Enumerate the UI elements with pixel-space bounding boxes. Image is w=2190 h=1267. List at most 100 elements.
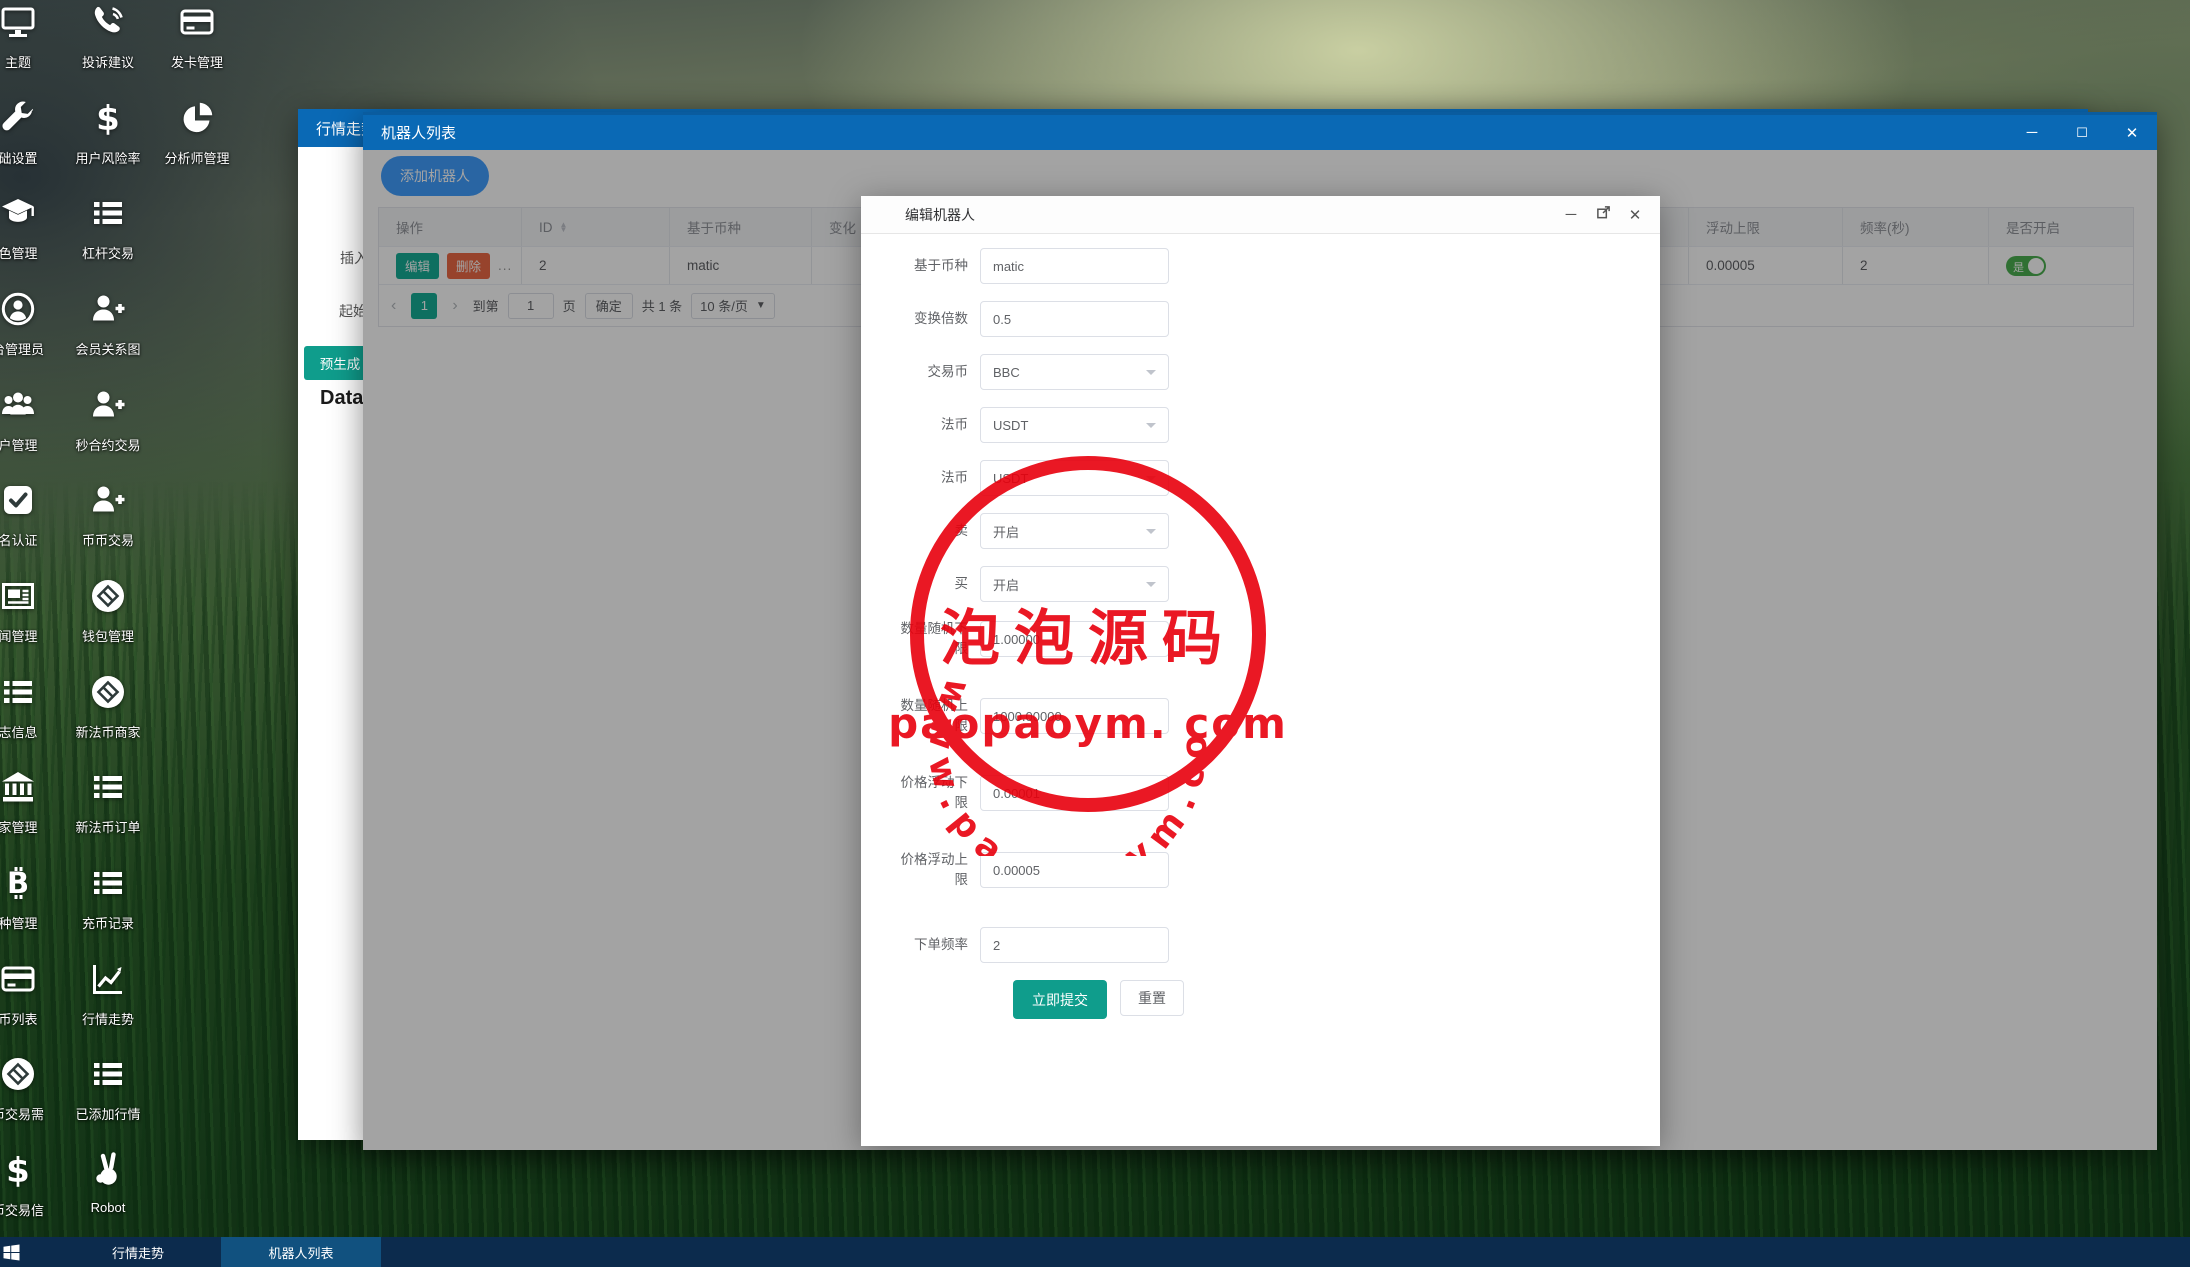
field-price-upper: 价格浮动上限0.00005: [894, 850, 1660, 890]
desktop-icon-feedback[interactable]: 投诉建议: [63, 4, 153, 71]
wrench-icon: [0, 100, 36, 136]
field-trade-coin: 交易币BBC: [894, 354, 1660, 390]
hand-icon: [90, 1152, 126, 1188]
desktop-icon-spot-trade[interactable]: 币币交易: [63, 482, 153, 549]
buy-select[interactable]: 开启: [980, 566, 1169, 602]
field-qty-upper: 数量随机上限1000.00000: [894, 696, 1660, 736]
desktop-icon-deposit-records[interactable]: 充币记录: [63, 865, 153, 932]
desktop-icon-withdraw-list[interactable]: 币列表: [0, 961, 63, 1028]
price-lower-input[interactable]: 0.00001: [980, 775, 1169, 811]
desktop-icon-base-settings[interactable]: 础设置: [0, 100, 63, 167]
qty-lower-input[interactable]: 1.00000: [980, 621, 1169, 657]
list-icon: [90, 769, 126, 805]
windows-logo-icon: [3, 1244, 20, 1261]
taskbar: 行情走势 机器人列表: [0, 1237, 2190, 1267]
desktop-icon-market-trend[interactable]: 行情走势: [63, 961, 153, 1028]
desktop-icon-kyc[interactable]: 名认证: [0, 482, 63, 549]
desktop-icon-wallet[interactable]: 钱包管理: [63, 578, 153, 645]
desktop-icon-role-mgmt[interactable]: 色管理: [0, 195, 63, 262]
list-icon: [90, 195, 126, 231]
field-buy: 买开启: [894, 566, 1660, 602]
bank-icon: [0, 769, 36, 805]
dialog-titlebar[interactable]: 编辑机器人 ─ ✕: [861, 196, 1660, 234]
order-frequency-input[interactable]: 2: [980, 927, 1169, 963]
window-title: 机器人列表: [363, 122, 456, 143]
close-icon[interactable]: ✕: [2107, 124, 2157, 142]
start-button[interactable]: [0, 1244, 28, 1261]
submit-button[interactable]: 立即提交: [1013, 980, 1107, 1019]
graduation-cap-icon: [0, 195, 36, 231]
desktop-icon-robot[interactable]: Robot: [63, 1152, 153, 1215]
desktop-icon-analyst[interactable]: 分析师管理: [152, 100, 242, 167]
fiat-select-1[interactable]: USDT: [980, 407, 1169, 443]
monitor-icon: [0, 4, 36, 40]
desktop-icon-fiat-demand[interactable]: 币交易需: [0, 1056, 63, 1123]
field-fiat-1: 法币USDT: [894, 407, 1660, 443]
check-square-icon: [0, 482, 36, 518]
maximize-icon[interactable]: ☐: [2057, 125, 2107, 141]
user-plus-icon: [90, 482, 126, 518]
pie-chart-icon: [179, 100, 215, 136]
fiat-select-2[interactable]: USDT: [980, 460, 1169, 496]
diamond-circle-icon: [90, 674, 126, 710]
desktop-icon-user-mgmt[interactable]: 户管理: [0, 387, 63, 454]
dollar-icon: [90, 100, 126, 136]
list-icon: [0, 674, 36, 710]
field-sell: 卖开启: [894, 513, 1660, 549]
desktop-icon-fiat-merchant[interactable]: 新法币商家: [63, 674, 153, 741]
desktop-icon-second-contract[interactable]: 秒合约交易: [63, 387, 153, 454]
field-price-lower: 价格浮动下限0.00001: [894, 773, 1660, 813]
field-fiat-2: 法币USDT: [894, 460, 1660, 496]
trade-coin-select[interactable]: BBC: [980, 354, 1169, 390]
edit-robot-form: 基于币种matic 变换倍数0.5 交易币BBC 法币USDT 法币USDT 卖…: [861, 234, 1660, 1019]
bitcoin-icon: [0, 865, 36, 901]
dialog-title: 编辑机器人: [861, 205, 975, 225]
phone-icon: [90, 4, 126, 40]
user-circle-icon: [0, 291, 36, 327]
qty-upper-input[interactable]: 1000.00000: [980, 698, 1169, 734]
price-upper-input[interactable]: 0.00005: [980, 852, 1169, 888]
diamond-circle-icon: [0, 1056, 36, 1092]
newspaper-icon: [0, 578, 36, 614]
desktop-icon-coin-mgmt[interactable]: 种管理: [0, 865, 63, 932]
desktop-icon-fiat-orders[interactable]: 新法币订单: [63, 769, 153, 836]
list-icon: [90, 865, 126, 901]
desktop-icon-logs[interactable]: 志信息: [0, 674, 63, 741]
window-titlebar[interactable]: 机器人列表 ─ ☐ ✕: [363, 112, 2157, 150]
desktop-icon-label: 主题: [0, 52, 63, 71]
desktop-icon-admin[interactable]: 台管理员: [0, 291, 63, 358]
desktop-icon-added-markets[interactable]: 已添加行情: [63, 1056, 153, 1123]
desktop-icon-merchant[interactable]: 家管理: [0, 769, 63, 836]
window-content: 添加机器人 操作 ID▲▼ 基于币种 变化 浮动上限 频率(秒) 是否开启 编辑…: [363, 150, 2157, 1150]
dialog-fullscreen-icon[interactable]: [1592, 205, 1614, 224]
minimize-icon[interactable]: ─: [2007, 124, 2057, 141]
users-icon: [0, 387, 36, 423]
user-plus-icon: [90, 387, 126, 423]
diamond-circle-icon: [90, 578, 126, 614]
card-icon: [0, 961, 36, 997]
sell-select[interactable]: 开启: [980, 513, 1169, 549]
desktop-icon-leverage[interactable]: 杠杆交易: [63, 195, 153, 262]
multiplier-input[interactable]: 0.5: [980, 301, 1169, 337]
user-plus-icon: [90, 291, 126, 327]
taskbar-task-market-trend[interactable]: 行情走势: [58, 1237, 218, 1267]
edit-robot-dialog[interactable]: 编辑机器人 ─ ✕ 基于币种matic 变换倍数0.5 交易币BBC 法币USD…: [861, 196, 1660, 1146]
dialog-close-icon[interactable]: ✕: [1624, 206, 1646, 224]
list-icon: [90, 1056, 126, 1092]
desktop-icon-fiat-info[interactable]: 币交易信: [0, 1152, 63, 1219]
desktop-icon-member-graph[interactable]: 会员关系图: [63, 291, 153, 358]
field-qty-lower: 数量随机下限1.00000: [894, 619, 1660, 659]
robot-list-window[interactable]: 机器人列表 ─ ☐ ✕ 添加机器人 操作 ID▲▼ 基于币种 变化 浮动上限 频…: [363, 112, 2157, 1150]
desktop-icon-theme[interactable]: 主题: [0, 4, 63, 71]
taskbar-task-robot-list[interactable]: 机器人列表: [221, 1237, 381, 1267]
field-multiplier: 变换倍数0.5: [894, 301, 1660, 337]
reset-button[interactable]: 重置: [1120, 980, 1184, 1016]
dialog-minimize-icon[interactable]: ─: [1560, 206, 1582, 223]
desktop-icon-risk-rate[interactable]: 用户风险率: [63, 100, 153, 167]
field-order-frequency: 下单频率2: [894, 927, 1660, 963]
base-coin-input[interactable]: matic: [980, 248, 1169, 284]
desktop-icon-card-issue[interactable]: 发卡管理: [152, 4, 242, 71]
dollar-icon: [0, 1152, 36, 1188]
desktop-icon-news[interactable]: 闻管理: [0, 578, 63, 645]
field-base-coin: 基于币种matic: [894, 248, 1660, 284]
